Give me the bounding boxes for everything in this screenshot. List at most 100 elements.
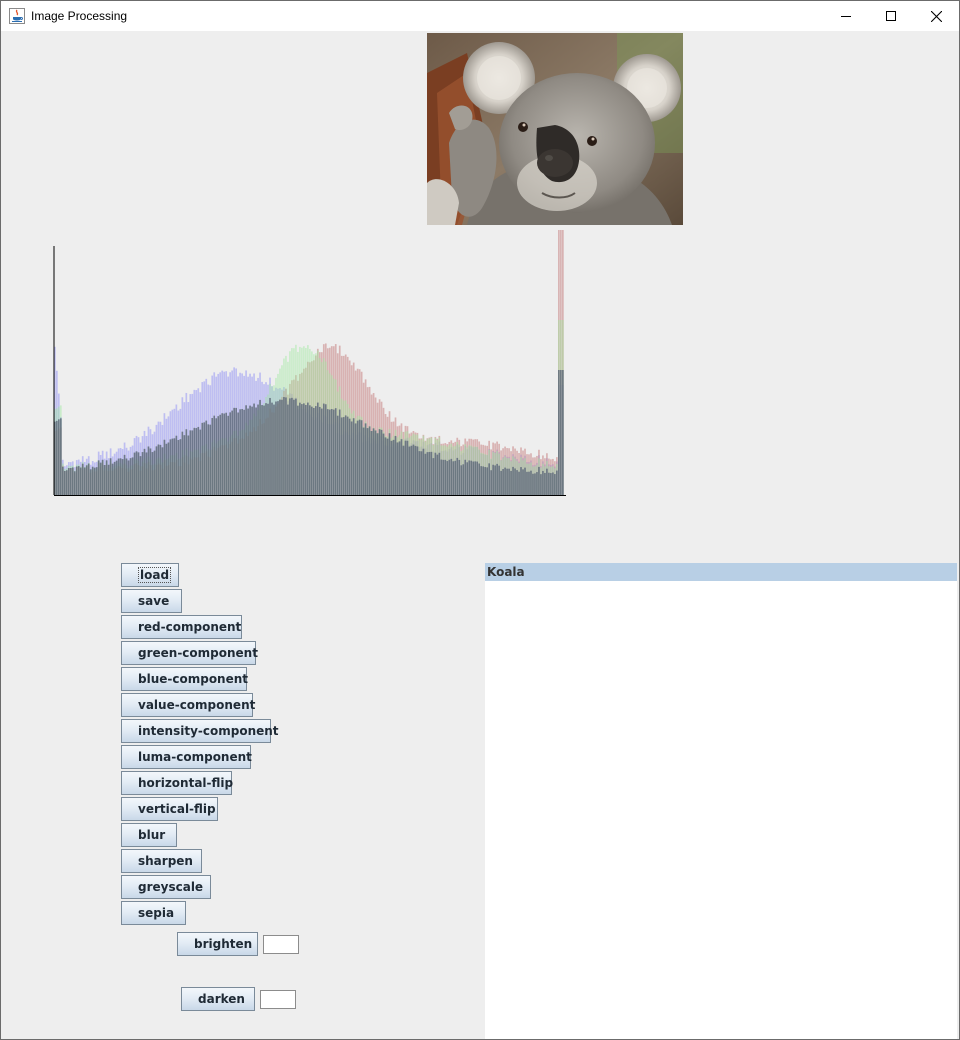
histogram-bar-intensity <box>191 430 194 495</box>
histogram-bar-intensity <box>554 474 556 495</box>
value-component-button[interactable]: value-component <box>121 693 255 717</box>
title-bar[interactable]: Image Processing <box>1 1 959 31</box>
blue-component-button[interactable]: blue-component <box>121 667 248 691</box>
histogram-bar-intensity <box>414 445 417 495</box>
histogram-bar-intensity <box>295 398 297 495</box>
close-button[interactable] <box>913 1 959 31</box>
histogram-bar-intensity <box>95 467 98 495</box>
histogram-bar-intensity <box>91 466 94 495</box>
darken-button[interactable]: darken <box>181 987 255 1011</box>
histogram-bar-intensity <box>75 466 78 495</box>
histogram-bar-intensity <box>336 415 339 495</box>
minimize-icon <box>841 16 851 17</box>
green-component-button[interactable]: green-component <box>121 641 258 665</box>
histogram-bar-intensity <box>344 415 347 495</box>
image-list[interactable]: Koala <box>485 563 957 1039</box>
histogram-bar-intensity <box>536 472 538 495</box>
histogram-bar-intensity <box>474 461 477 495</box>
histogram-bar-intensity <box>524 467 526 495</box>
histogram-bar-intensity <box>410 445 413 495</box>
horizontal-flip-button[interactable]: horizontal-flip <box>121 771 233 795</box>
histogram-bar-intensity <box>177 440 180 495</box>
histogram-bar-intensity <box>257 404 259 495</box>
histogram-bar-intensity <box>181 431 184 495</box>
histogram-bar-intensity <box>105 460 108 495</box>
histogram-bar-intensity <box>522 469 524 495</box>
histogram-bar-intensity <box>255 407 257 495</box>
histogram-bar-intensity <box>161 447 164 495</box>
load-button[interactable]: load <box>121 563 179 587</box>
histogram-bar-intensity <box>215 418 218 495</box>
histogram-bar-intensity <box>141 452 144 495</box>
histogram-bar-intensity <box>380 429 383 495</box>
histogram-bar-intensity <box>324 404 327 495</box>
histogram-bar-intensity <box>115 460 118 495</box>
sepia-button[interactable]: sepia <box>121 901 186 925</box>
histogram-bar-intensity <box>101 459 104 495</box>
histogram-bar-intensity <box>157 444 160 495</box>
close-icon <box>930 10 942 22</box>
histogram-bar-intensity <box>534 473 536 495</box>
brighten-value-field[interactable] <box>263 935 299 954</box>
intensity-component-button[interactable]: intensity-component <box>121 719 279 743</box>
vertical-flip-button[interactable]: vertical-flip <box>121 797 218 821</box>
list-item-koala[interactable]: Koala <box>485 563 957 581</box>
histogram-bar-intensity <box>542 470 544 495</box>
histogram-bar-intensity <box>117 458 120 495</box>
histogram-bar-intensity <box>291 397 293 495</box>
histogram-bar-intensity <box>153 450 156 495</box>
histogram-bar-intensity <box>243 409 245 495</box>
greyscale-button[interactable]: greyscale <box>121 875 211 899</box>
histogram-bar-intensity <box>482 466 485 495</box>
brighten-button[interactable]: brighten <box>177 932 258 956</box>
histogram-bar-intensity <box>265 403 267 495</box>
histogram-bar-intensity <box>364 423 367 495</box>
java-app-icon <box>9 8 25 24</box>
histogram-bar-intensity <box>197 426 200 495</box>
histogram-bar-intensity <box>205 420 208 495</box>
luma-component-button[interactable]: luma-component <box>121 745 252 769</box>
histogram-bar-intensity <box>466 462 469 495</box>
histogram-bar-intensity <box>253 403 255 495</box>
histogram-bar-intensity <box>237 412 239 495</box>
histogram-bar-intensity <box>213 415 216 495</box>
histogram-bar-intensity <box>550 473 552 495</box>
blur-button[interactable]: blur <box>121 823 177 847</box>
histogram-bar-intensity <box>452 461 455 495</box>
histogram-bar-intensity <box>548 472 550 495</box>
sharpen-button[interactable]: sharpen <box>121 849 202 873</box>
histogram-bar-intensity <box>249 405 251 495</box>
histogram-bar-intensity <box>305 404 307 495</box>
histogram-bar-intensity <box>558 370 560 495</box>
histogram-bar-intensity <box>235 407 237 495</box>
histogram-bar-intensity <box>396 442 399 495</box>
histogram-bar-intensity <box>121 459 124 495</box>
histogram-bar-intensity <box>340 417 343 495</box>
histogram-bar-intensity <box>456 457 459 495</box>
darken-value-field[interactable] <box>260 990 296 1009</box>
histogram-bar-intensity <box>135 451 138 495</box>
maximize-button[interactable] <box>868 1 914 31</box>
histogram-bar-intensity <box>354 423 357 495</box>
histogram-bar-intensity <box>79 467 82 495</box>
histogram-bar-intensity <box>556 470 558 495</box>
histogram-bar-intensity <box>103 465 106 495</box>
minimize-button[interactable] <box>823 1 869 31</box>
histogram-bar-intensity <box>169 439 172 495</box>
rgb-histogram <box>53 230 566 496</box>
histogram-bar-intensity <box>398 441 401 495</box>
histogram-bar-intensity <box>193 427 196 495</box>
histogram-bar-intensity <box>221 413 224 495</box>
histogram-bar-intensity <box>225 412 228 495</box>
window-title: Image Processing <box>31 9 128 23</box>
histogram-bar-intensity <box>480 466 483 495</box>
histogram-bar-intensity <box>271 402 273 495</box>
save-button[interactable]: save <box>121 589 182 613</box>
histogram-bar-intensity <box>247 408 249 495</box>
histogram-bar-intensity <box>275 401 277 495</box>
red-component-button[interactable]: red-component <box>121 615 242 639</box>
histogram-bar-intensity <box>59 418 62 495</box>
histogram-bar-intensity <box>301 404 303 495</box>
histogram-bar-intensity <box>462 464 465 495</box>
histogram-bar-intensity <box>251 406 253 495</box>
